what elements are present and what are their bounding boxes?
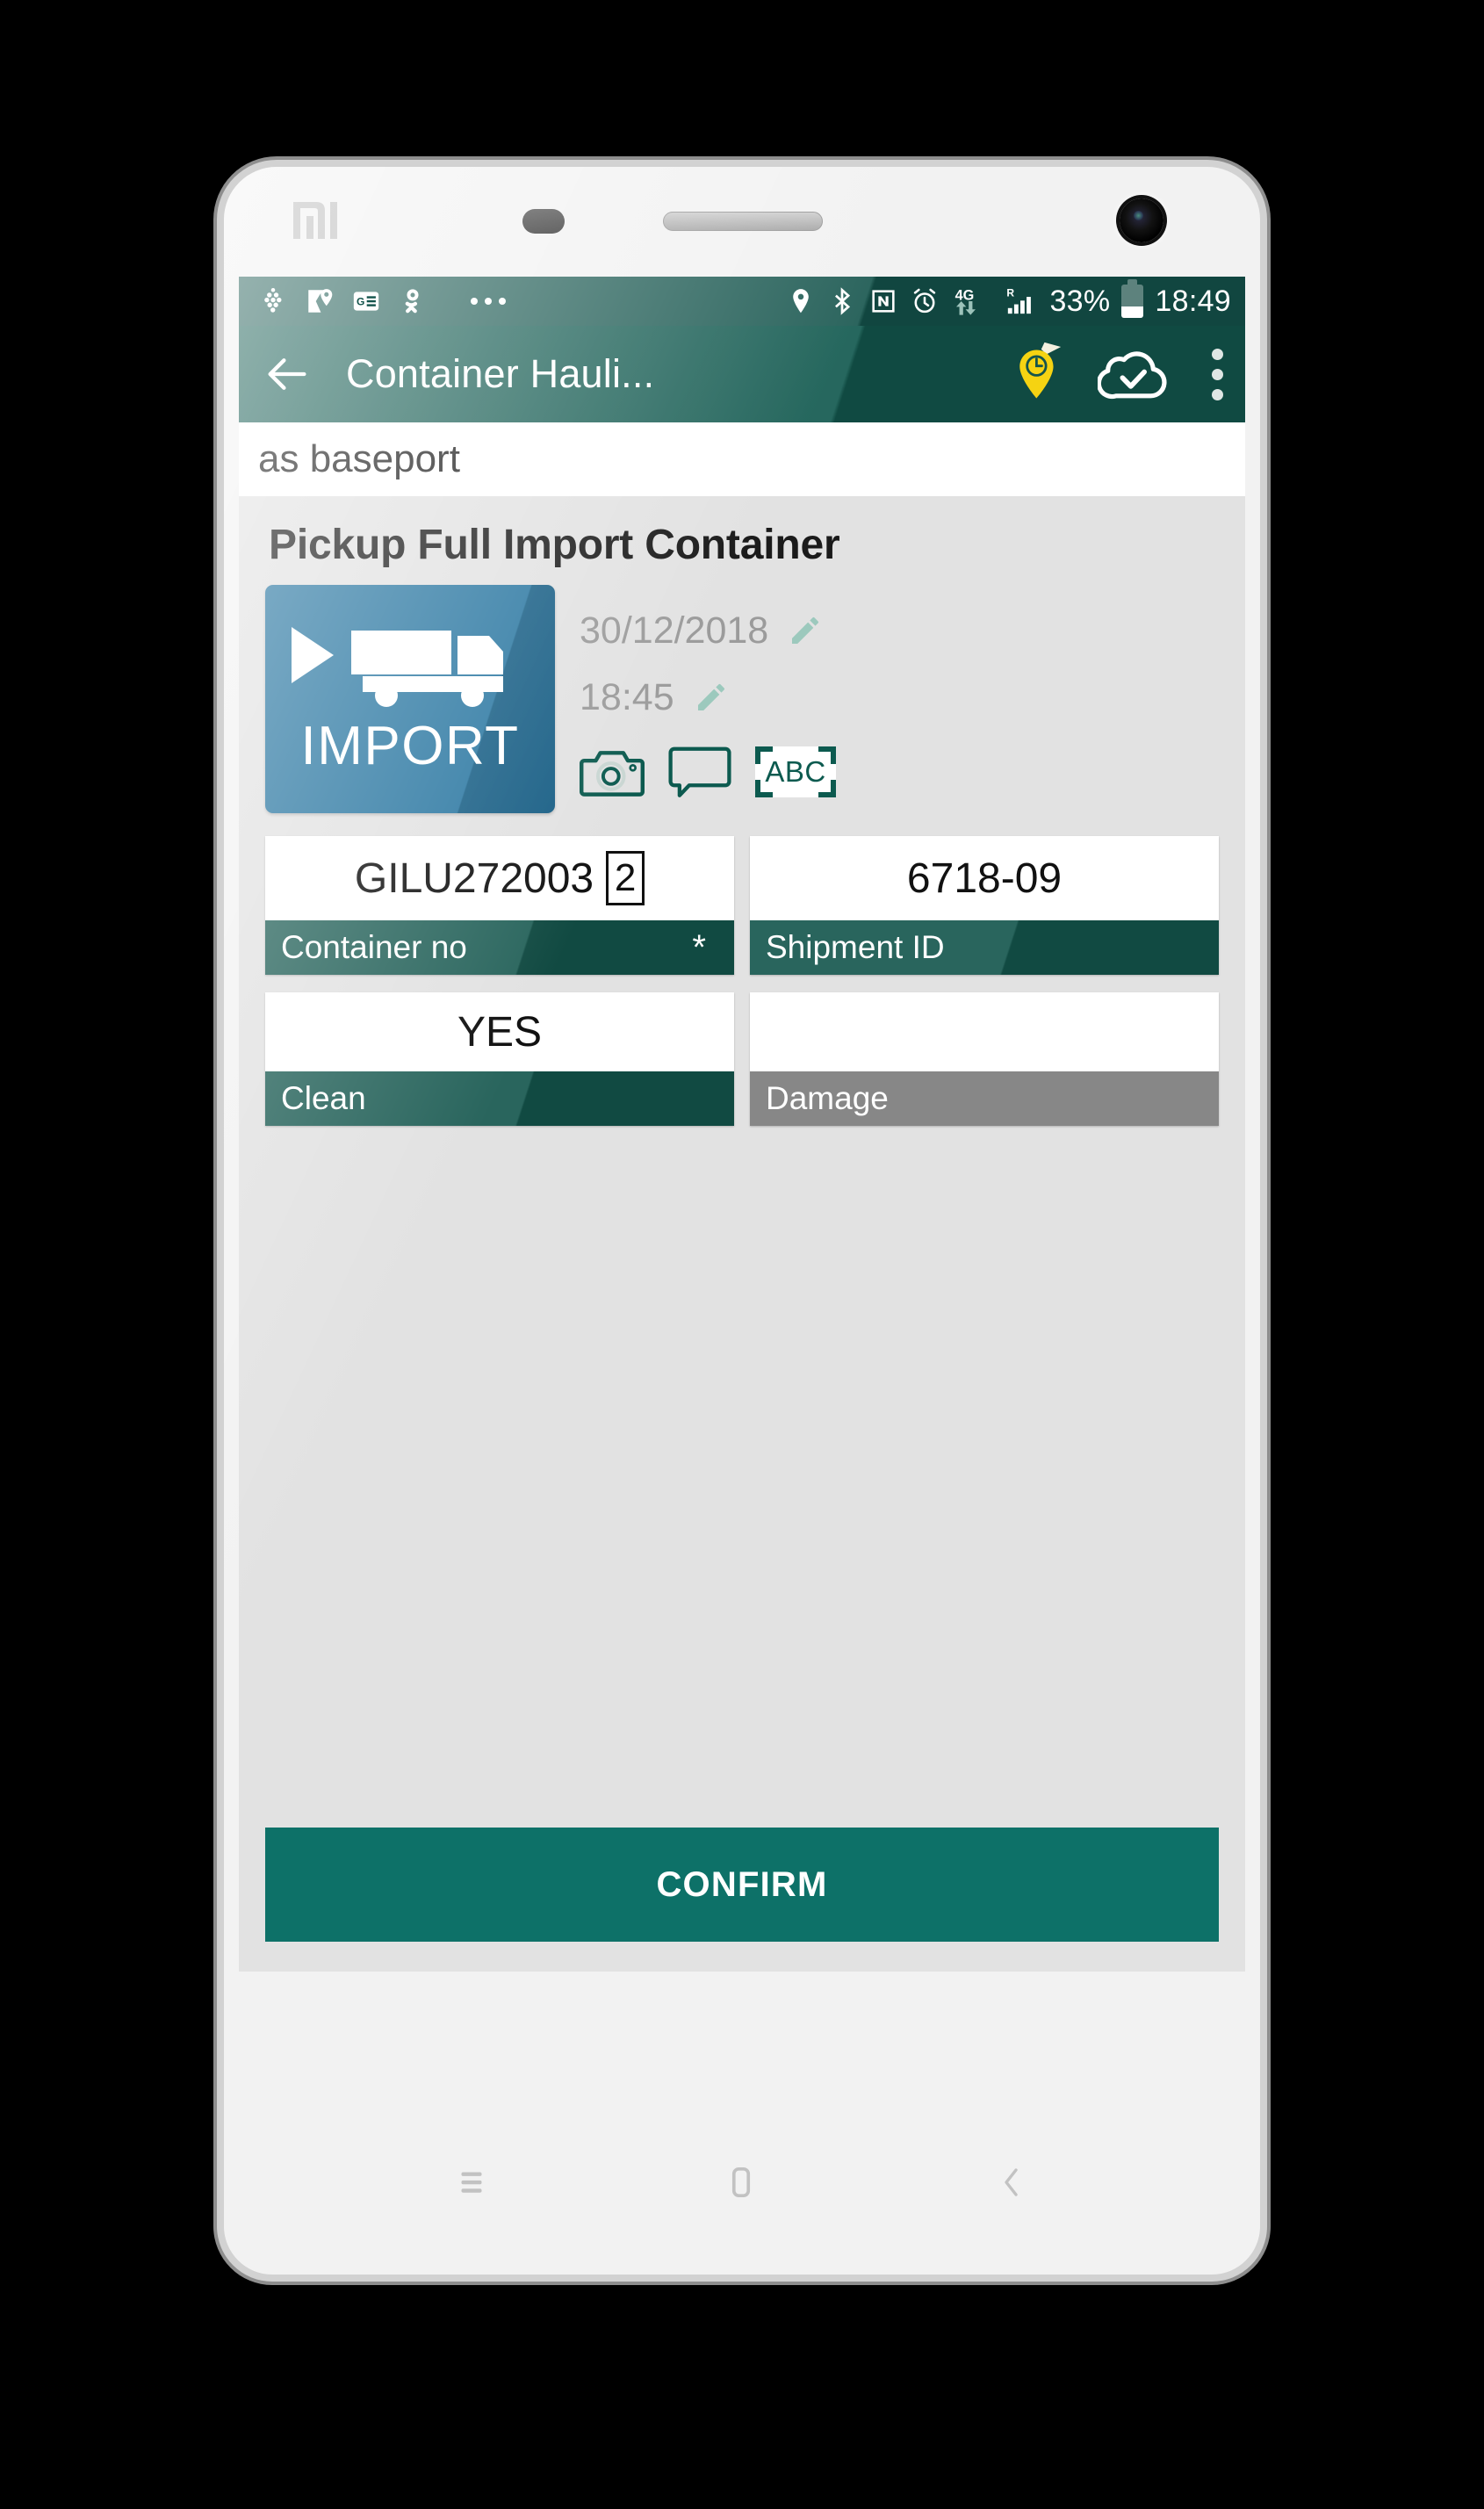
clean-label-text: Clean <box>281 1080 366 1116</box>
mi-logo <box>293 202 337 239</box>
battery-icon <box>1121 279 1144 318</box>
earpiece-speaker <box>663 212 823 231</box>
damage-label-text: Damage <box>766 1080 889 1116</box>
time-value: 18:45 <box>580 675 674 718</box>
cloud-check-icon[interactable] <box>1098 347 1168 401</box>
phone-screen: G 4G R 33% 18:49 Container Hauli... as b… <box>239 277 1245 1972</box>
scan-corner-tl <box>755 746 773 764</box>
truck-import-icon <box>292 627 503 707</box>
arrow-back-icon[interactable] <box>262 349 313 400</box>
page-title: Pickup Full Import Container <box>269 522 840 568</box>
status-bar-notifications: G <box>258 286 506 316</box>
alarm-icon <box>914 288 936 314</box>
required-marker: * <box>692 927 706 967</box>
field-shipment-id[interactable]: 6718-09 Shipment ID <box>750 836 1219 975</box>
field-damage-value[interactable] <box>750 992 1219 1071</box>
phone-top-bezel <box>224 167 1260 277</box>
hero-row: IMPORT 30/12/2018 18:45 ABC <box>265 585 1219 813</box>
menu-icon[interactable] <box>451 2162 492 2203</box>
app-bar-title: Container Hauli... <box>346 351 655 396</box>
abc-scan-icon[interactable]: ABC <box>755 746 836 797</box>
scan-corner-bl <box>755 780 773 797</box>
action-icons-row: ABC <box>580 745 1219 799</box>
main-content: Pickup Full Import Container IMPORT 30/1… <box>239 496 1245 1972</box>
import-tile-label: IMPORT <box>300 716 520 776</box>
subtitle-text: as baseport <box>258 437 460 480</box>
pencil-icon[interactable] <box>694 680 729 715</box>
field-clean-label: Clean <box>265 1071 734 1126</box>
field-clean[interactable]: YES Clean <box>265 992 734 1126</box>
hero-right: 30/12/2018 18:45 ABC <box>580 585 1219 813</box>
app-bar-actions <box>1017 341 1229 407</box>
field-row-2: YES Clean Damage <box>265 992 1219 1126</box>
scan-corner-tr <box>818 746 836 764</box>
back-chevron-icon[interactable] <box>991 2161 1033 2203</box>
battery-percent-label: 33% <box>1049 285 1111 318</box>
field-container-no-label: Container no * <box>265 920 734 975</box>
shipment-id-text: 6718-09 <box>906 854 1063 902</box>
front-camera <box>1120 198 1163 242</box>
field-damage[interactable]: Damage <box>750 992 1219 1126</box>
scan-corner-br <box>818 780 836 797</box>
map-pin-clock-icon[interactable] <box>1017 341 1066 407</box>
screenshot-stage: G 4G R 33% 18:49 Container Hauli... as b… <box>0 0 1484 2509</box>
4g-data-icon: 4G <box>955 288 976 315</box>
status-bar-clock: 18:49 <box>1155 285 1231 318</box>
status-bar: G 4G R 33% 18:49 <box>239 277 1245 326</box>
google-news-icon: G <box>353 292 379 311</box>
field-damage-label: Damage <box>750 1071 1219 1126</box>
subtitle-row: as baseport <box>239 422 1245 496</box>
bluetooth-icon <box>835 287 851 315</box>
date-row[interactable]: 30/12/2018 <box>580 597 1219 664</box>
fields-grid: GILU272003 2 Container no * 6718-09 Ship… <box>265 836 1219 1126</box>
signal-bars-icon: R <box>1007 286 1032 314</box>
proximity-sensor <box>522 209 565 234</box>
field-container-no-value[interactable]: GILU272003 2 <box>265 836 734 920</box>
field-container-no[interactable]: GILU272003 2 Container no * <box>265 836 734 975</box>
shipment-id-label-text: Shipment ID <box>766 929 945 965</box>
field-row-1: GILU272003 2 Container no * 6718-09 Ship… <box>265 836 1219 975</box>
more-notifications-icon <box>471 298 506 305</box>
app-bar: Container Hauli... <box>239 326 1245 422</box>
phone-device: G 4G R 33% 18:49 Container Hauli... as b… <box>224 167 1260 2275</box>
time-row[interactable]: 18:45 <box>580 664 1219 731</box>
odnoklassniki-icon <box>405 289 419 314</box>
date-value: 30/12/2018 <box>580 609 769 652</box>
container-check-digit: 2 <box>606 851 645 905</box>
location-icon <box>793 289 810 314</box>
kebab-menu-icon[interactable] <box>1199 348 1224 400</box>
field-shipment-id-label: Shipment ID <box>750 920 1219 975</box>
import-tile[interactable]: IMPORT <box>265 585 555 813</box>
status-bar-system: 4G R 33% 18:49 <box>786 279 1231 318</box>
google-maps-icon <box>308 289 333 313</box>
container-no-label-text: Container no <box>281 929 467 965</box>
clean-text: YES <box>457 1008 543 1056</box>
svg-text:G: G <box>357 296 364 308</box>
container-no-text: GILU272003 <box>354 854 594 902</box>
comment-icon[interactable] <box>667 745 732 799</box>
nfc-icon <box>872 290 896 313</box>
grapes-icon <box>264 287 282 313</box>
svg-text:4G: 4G <box>955 288 975 304</box>
android-nav-bar <box>224 2125 1260 2239</box>
confirm-button[interactable]: CONFIRM <box>265 1828 1219 1942</box>
field-shipment-id-value[interactable]: 6718-09 <box>750 836 1219 920</box>
camera-icon[interactable] <box>580 745 645 799</box>
abc-label: ABC <box>765 755 826 788</box>
field-clean-value[interactable]: YES <box>265 992 734 1071</box>
svg-text:R: R <box>1007 286 1015 299</box>
home-icon[interactable] <box>718 2159 764 2205</box>
pencil-icon[interactable] <box>788 613 823 648</box>
